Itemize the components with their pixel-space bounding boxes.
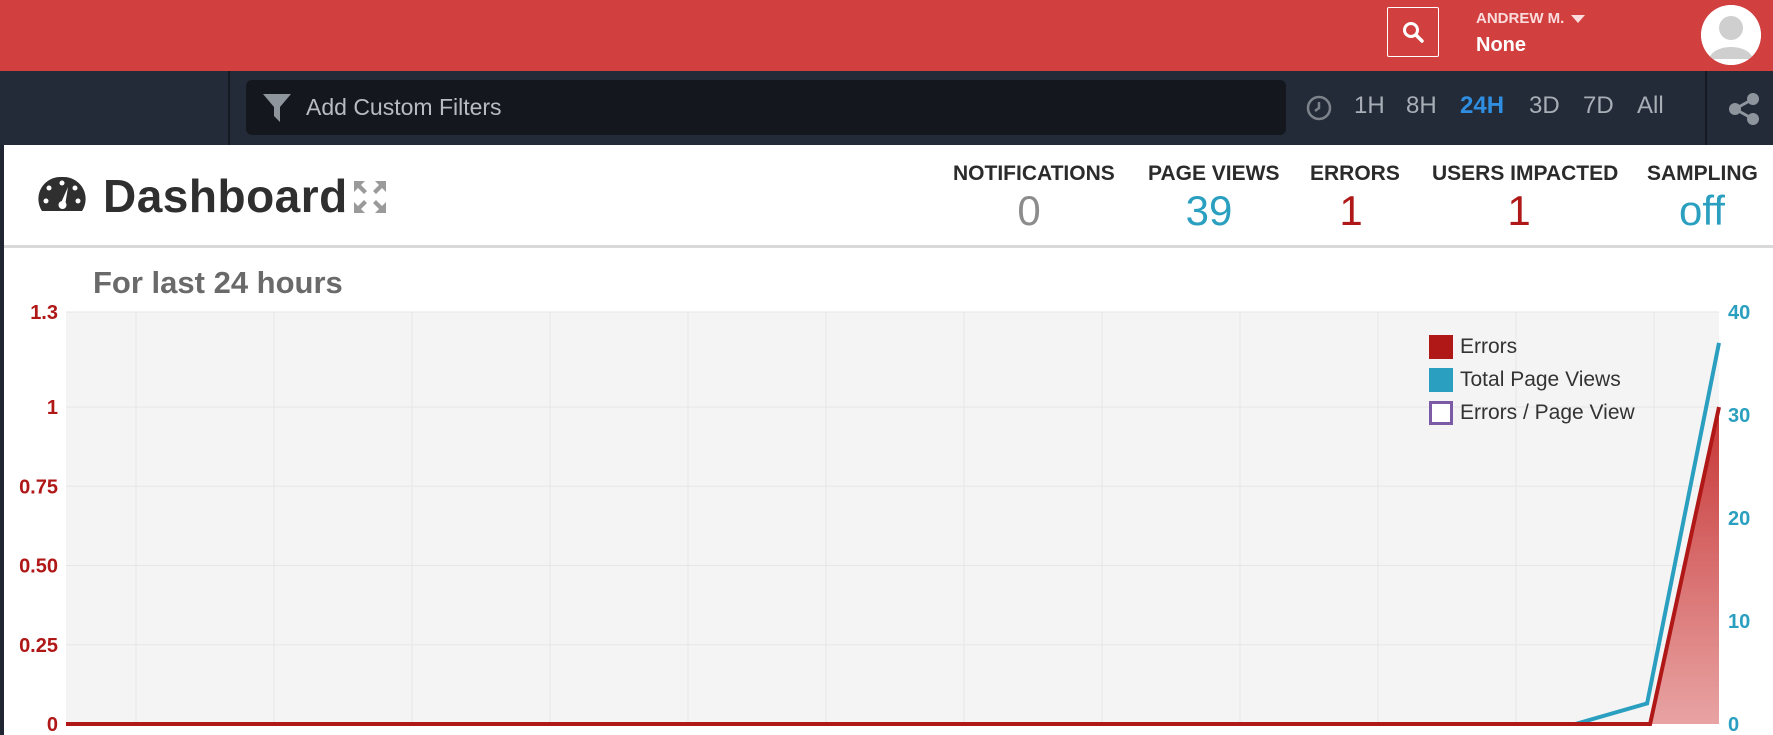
search-icon [1403,22,1424,43]
y-tick-label-right: 0 [1728,714,1739,735]
range-7d[interactable]: 7D [1583,92,1614,120]
expand-icon[interactable] [352,179,388,215]
funnel-icon [263,93,291,122]
chart-legend: Errors Total Page Views Errors / Page Vi… [1429,330,1635,429]
search-button[interactable] [1387,7,1439,57]
stat-label: ERRORS [1310,162,1400,185]
user-menu[interactable]: ANDREW M. [1476,10,1586,27]
legend-label: Errors / Page View [1460,400,1635,424]
stat-page-views: PAGE VIEWS 39 [1148,162,1280,234]
user-name-label: ANDREW M. [1476,10,1565,27]
stat-users-impacted: USERS IMPACTED 1 [1432,162,1619,234]
stat-value: 1 [1507,187,1531,234]
range-8h[interactable]: 8H [1406,92,1437,120]
stat-label: NOTIFICATIONS [953,162,1115,185]
stat-notifications: NOTIFICATIONS 0 [953,162,1115,234]
range-1h[interactable]: 1H [1354,92,1385,120]
legend-item-total-page-views[interactable]: Total Page Views [1429,363,1635,396]
chevron-down-icon [1571,14,1586,23]
y-axis-left: 0 0.25 0.50 0.75 1 1.3 [19,302,58,735]
custom-filter-input[interactable]: Add Custom Filters [246,80,1286,135]
y-tick-label-left: 1 [47,397,58,419]
range-all[interactable]: All [1637,92,1664,120]
stat-value: 39 [1185,187,1233,234]
y-tick-label-right: 20 [1728,508,1750,530]
stat-label: PAGE VIEWS [1148,162,1280,185]
y-tick-label-right: 30 [1728,405,1750,427]
y-tick-label-left: 0.75 [19,476,58,498]
legend-swatch [1429,400,1453,425]
legend-item-errors-per-page-view[interactable]: Errors / Page View [1429,396,1635,429]
legend-swatch [1429,367,1453,392]
legend-label: Total Page Views [1460,367,1621,391]
chart-period-label: For last 24 hours [93,265,343,300]
page-title: Dashboard [103,170,348,222]
legend-swatch [1429,334,1453,359]
stat-errors: ERRORS 1 [1310,162,1400,234]
y-tick-label-left: 0.25 [19,635,58,657]
stat-label: USERS IMPACTED [1432,162,1619,185]
divider [228,71,230,145]
avatar[interactable] [1701,5,1761,65]
share-icon[interactable] [1727,92,1761,126]
y-axis-right: 0 10 20 30 40 [1728,302,1750,735]
range-3d[interactable]: 3D [1529,92,1560,120]
range-24h[interactable]: 24H [1460,92,1504,120]
y-tick-label-left: 1.3 [30,302,58,324]
user-avatar-icon [1701,5,1761,65]
stat-value: 0 [1017,187,1041,234]
stat-value: off [1679,187,1725,234]
y-tick-label-right: 40 [1728,302,1750,324]
divider [1705,71,1707,145]
filter-bar: Add Custom Filters 1H 8H 24H 3D 7D All [0,71,1773,145]
y-tick-label-left: 0.50 [19,556,58,578]
speedometer-icon [38,176,86,211]
top-header: ANDREW M. None [0,0,1773,71]
stat-value: 1 [1339,187,1363,234]
stat-sampling: SAMPLING off [1647,162,1758,234]
legend-label: Errors [1460,334,1518,358]
filter-placeholder: Add Custom Filters [306,94,502,120]
y-tick-label-right: 10 [1728,611,1750,633]
stat-label: SAMPLING [1647,162,1758,185]
user-organization: None [1476,34,1526,56]
y-tick-label-left: 0 [47,714,58,735]
clock-icon [1306,95,1332,121]
legend-item-errors[interactable]: Errors [1429,330,1635,363]
